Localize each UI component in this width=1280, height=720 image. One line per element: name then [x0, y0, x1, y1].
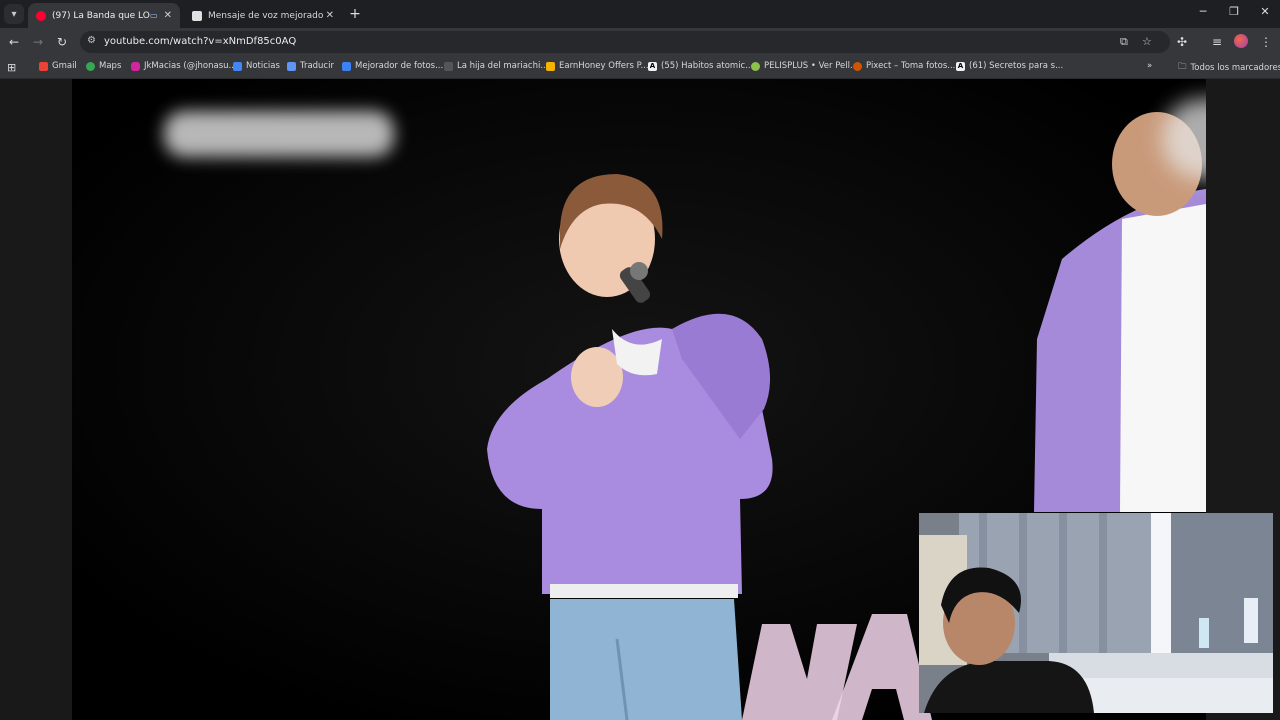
more-vert-icon: ⋮ [1260, 35, 1272, 49]
back-button[interactable]: ← [6, 34, 22, 50]
bottle [1244, 598, 1258, 643]
restore-button[interactable]: ❐ [1219, 5, 1249, 18]
menu-button[interactable]: ⋮ [1258, 34, 1274, 50]
bookmark-label: Mejorador de fotos... [355, 61, 444, 71]
bookmark-label: La hija del mariachi... [457, 61, 549, 71]
bottle [1199, 618, 1209, 648]
bookmark-la-hija[interactable]: La hija del mariachi... [444, 61, 548, 71]
arrow-right-icon: → [32, 35, 44, 49]
news-icon [233, 61, 242, 71]
page-content [0, 79, 1280, 720]
arrow-left-icon: ← [8, 35, 20, 49]
gmail-icon [39, 61, 48, 71]
plus-icon: + [349, 6, 361, 22]
youtube-icon [36, 10, 46, 21]
toolbar: ← → ↻ ⚙ youtube.com/watch?v=xNmDf85c0AQ … [0, 28, 1280, 56]
bookmark-maps[interactable]: Maps [86, 61, 121, 71]
cast-icon: ▭ [150, 11, 158, 20]
earnhoney-icon [546, 61, 555, 71]
bookmark-instagram[interactable]: JkMacias (@jhonasu... [131, 61, 237, 71]
bookmark-label: Pixect – Toma fotos... [866, 61, 956, 71]
close-icon: ✕ [1260, 5, 1270, 18]
restore-icon: ❐ [1229, 5, 1239, 18]
close-window-button[interactable]: ✕ [1250, 5, 1280, 18]
bookmark-label: JkMacias (@jhonasu... [144, 61, 237, 71]
forward-button[interactable]: → [30, 34, 46, 50]
bookmark-gmail[interactable]: Gmail [39, 61, 77, 71]
bookmark-habitos[interactable]: A (55) Habitos atomic... [648, 61, 753, 71]
bookmark-label: Traducir [300, 61, 334, 71]
url-text[interactable]: youtube.com/watch?v=xNmDf85c0AQ [104, 36, 296, 47]
reload-icon: ↻ [56, 35, 68, 49]
translate-icon [287, 61, 296, 71]
all-bookmarks-label: Todos los marcadores [1190, 63, 1280, 73]
webcam-overlay [919, 513, 1273, 713]
play-icon [751, 61, 760, 71]
blurred-channel-logo [164, 111, 394, 157]
avatar[interactable] [1234, 34, 1248, 48]
tv-icon [444, 61, 453, 71]
close-icon[interactable]: ✕ [326, 10, 334, 21]
reload-button[interactable]: ↻ [54, 34, 70, 50]
bookmarks-bar: ⊞ Gmail Maps JkMacias (@jhonasu... Notic… [0, 56, 1280, 79]
bookmark-secretos[interactable]: A (61) Secretos para s... [956, 61, 1063, 71]
a-icon: A [648, 61, 657, 71]
photo-enhancer-icon [342, 61, 351, 71]
chevron-down-icon: ▾ [11, 8, 17, 20]
bookmark-label: PELISPLUS • Ver Pell... [764, 61, 859, 71]
apps-button[interactable]: ⊞ [7, 61, 16, 74]
minimize-button[interactable]: ─ [1188, 5, 1218, 18]
apps-grid-icon: ⊞ [7, 61, 17, 74]
bookmark-label: Maps [99, 61, 122, 71]
webcam-frame [919, 513, 1273, 713]
site-settings-icon[interactable]: ⚙ [87, 35, 96, 46]
tab-strip: ▾ (97) La Banda que LOGRÓ l ▭ ✕ Mensaje … [0, 0, 1280, 28]
tab-voice-message[interactable]: Mensaje de voz mejorado ✕ [184, 3, 342, 28]
bookmark-label: Gmail [52, 61, 77, 71]
tab-search-button[interactable]: ▾ [4, 4, 24, 24]
camera-icon [853, 61, 862, 71]
address-bar[interactable]: ⚙ youtube.com/watch?v=xNmDf85c0AQ ⧉ ☆ [80, 31, 1170, 53]
tab-title: (97) La Banda que LOGRÓ l [52, 10, 150, 21]
new-tab-button[interactable]: + [346, 5, 364, 23]
bookmark-news[interactable]: Noticias [233, 61, 280, 71]
bookmark-photo-enhancer[interactable]: Mejorador de fotos... [342, 61, 443, 71]
extensions-button[interactable]: ✣ [1174, 34, 1190, 50]
playlist-icon: ≡ [1211, 35, 1223, 49]
bookmark-label: Noticias [246, 61, 280, 71]
instagram-icon [131, 61, 140, 71]
media-controls-button[interactable]: ≡ [1209, 34, 1225, 50]
site-icon [192, 10, 202, 21]
a-icon: A [956, 61, 965, 71]
puzzle-icon: ✣ [1176, 35, 1188, 49]
folder-icon: 🗀 [1178, 62, 1187, 72]
star-icon[interactable]: ☆ [1142, 35, 1152, 48]
bookmark-earnhoney[interactable]: EarnHoney Offers P... [546, 61, 649, 71]
close-icon[interactable]: ✕ [164, 10, 172, 21]
tab-title: Mensaje de voz mejorado [208, 10, 324, 21]
bookmark-translate[interactable]: Traducir [287, 61, 334, 71]
bookmark-label: EarnHoney Offers P... [559, 61, 649, 71]
minimize-icon: ─ [1199, 5, 1207, 18]
bookmark-label: (61) Secretos para s... [969, 61, 1064, 71]
bookmark-pixect[interactable]: Pixect – Toma fotos... [853, 61, 955, 71]
maps-icon [86, 61, 95, 71]
chevron-double-right-icon: » [1147, 61, 1153, 71]
all-bookmarks-button[interactable]: 🗀 Todos los marcadores [1178, 61, 1280, 75]
tab-youtube[interactable]: (97) La Banda que LOGRÓ l ▭ ✕ [28, 3, 180, 28]
install-app-icon[interactable]: ⧉ [1120, 35, 1128, 49]
more-bookmarks-button[interactable]: » [1147, 61, 1152, 71]
bookmark-label: (55) Habitos atomic... [661, 61, 754, 71]
stage-lettering [742, 614, 932, 720]
bookmark-pelisplus[interactable]: PELISPLUS • Ver Pell... [751, 61, 858, 71]
